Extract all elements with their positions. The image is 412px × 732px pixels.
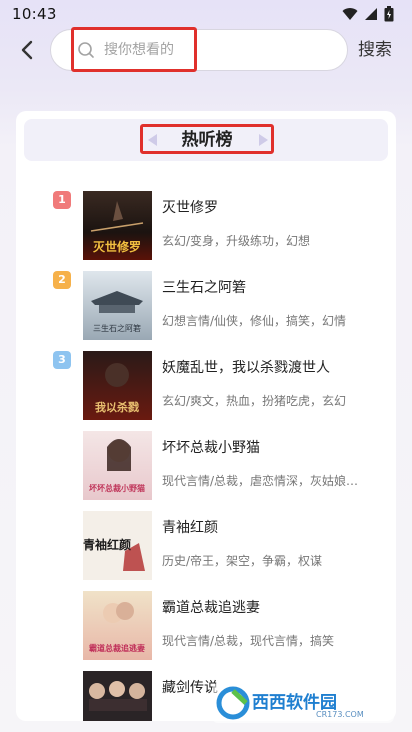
book-tags: 现代言情/总裁，现代言情，搞笑 xyxy=(162,634,335,648)
list-item[interactable]: 霸道总裁追逃妻 霸道总裁追逃妻 现代言情/总裁，现代言情，搞笑 xyxy=(16,591,396,663)
list-item[interactable]: 坏坏总裁小野猫 坏坏总裁小野猫 现代言情/总裁，虐恋情深，灰姑娘… xyxy=(16,431,396,503)
search-button[interactable]: 搜索 xyxy=(358,38,392,62)
book-title: 青袖红颜 xyxy=(162,520,218,536)
back-button[interactable] xyxy=(14,36,42,64)
book-tags: 现代言情/总裁，虐恋情深，灰姑娘… xyxy=(162,474,359,488)
book-cover: 霸道总裁追逃妻 xyxy=(83,591,152,660)
book-tags: 玄幻/爽文，热血，扮猪吃虎，玄幻 xyxy=(162,394,347,408)
search-highlight-box xyxy=(71,27,197,72)
book-title: 妖魔乱世，我以杀戮渡世人 xyxy=(162,360,330,376)
book-cover: 三生石之阿箬 xyxy=(83,271,152,340)
svg-text:CR173.COM: CR173.COM xyxy=(316,710,364,719)
signal-icon xyxy=(365,8,377,20)
book-tags: 历史/帝王，架空，争霸，权谋 xyxy=(162,554,323,568)
book-title: 藏剑传说 xyxy=(162,680,218,696)
list-item[interactable]: 2 三生石之阿箬 三生石之阿箬 幻想言情/仙侠，修仙，搞笑，幻情 xyxy=(16,271,396,343)
book-title: 霸道总裁追逃妻 xyxy=(162,600,260,616)
title-highlight-box xyxy=(140,124,274,154)
book-cover: 灭世修罗 xyxy=(83,191,152,260)
list-item[interactable]: 青袖红颜 青袖红颜 历史/帝王，架空，争霸，权谋 xyxy=(16,511,396,583)
svg-text:青袖红颜: 青袖红颜 xyxy=(83,537,131,552)
book-tags: 玄幻/变身，升级练功，幻想 xyxy=(162,234,311,248)
book-tags: 幻想言情/仙侠，修仙，搞笑，幻情 xyxy=(162,314,347,328)
battery-icon xyxy=(384,6,394,22)
rank-badge: 2 xyxy=(53,271,71,289)
rank-badge: 3 xyxy=(53,351,71,369)
status-icons xyxy=(342,6,394,22)
book-title: 三生石之阿箬 xyxy=(162,280,246,296)
wifi-icon xyxy=(342,8,358,20)
svg-text:三生石之阿箬: 三生石之阿箬 xyxy=(93,323,141,333)
ranking-card: 热听榜 1 灭世修罗 灭世修罗 玄幻/变身，升级练功，幻想 2 三生石之阿箬 三… xyxy=(16,111,396,721)
svg-text:我以杀戮: 我以杀戮 xyxy=(95,400,139,414)
list-item[interactable]: 1 灭世修罗 灭世修罗 玄幻/变身，升级练功，幻想 xyxy=(16,191,396,263)
book-title: 坏坏总裁小野猫 xyxy=(162,440,260,456)
book-cover: 坏坏总裁小野猫 xyxy=(83,431,152,500)
svg-text:霸道总裁追逃妻: 霸道总裁追逃妻 xyxy=(89,643,145,653)
book-cover: 青袖红颜 xyxy=(83,511,152,580)
watermark-logo: 西西软件园 CR173.COM xyxy=(216,686,364,720)
rank-badge: 1 xyxy=(53,191,71,209)
svg-text:坏坏总裁小野猫: 坏坏总裁小野猫 xyxy=(89,483,145,493)
book-cover xyxy=(83,671,152,721)
book-cover: 我以杀戮 xyxy=(83,351,152,420)
status-time: 10:43 xyxy=(12,5,57,23)
list-item[interactable]: 3 我以杀戮 妖魔乱世，我以杀戮渡世人 玄幻/爽文，热血，扮猪吃虎，玄幻 xyxy=(16,351,396,423)
book-title: 灭世修罗 xyxy=(162,200,218,216)
status-bar: 10:43 xyxy=(0,0,412,28)
svg-text:灭世修罗: 灭世修罗 xyxy=(92,239,141,254)
